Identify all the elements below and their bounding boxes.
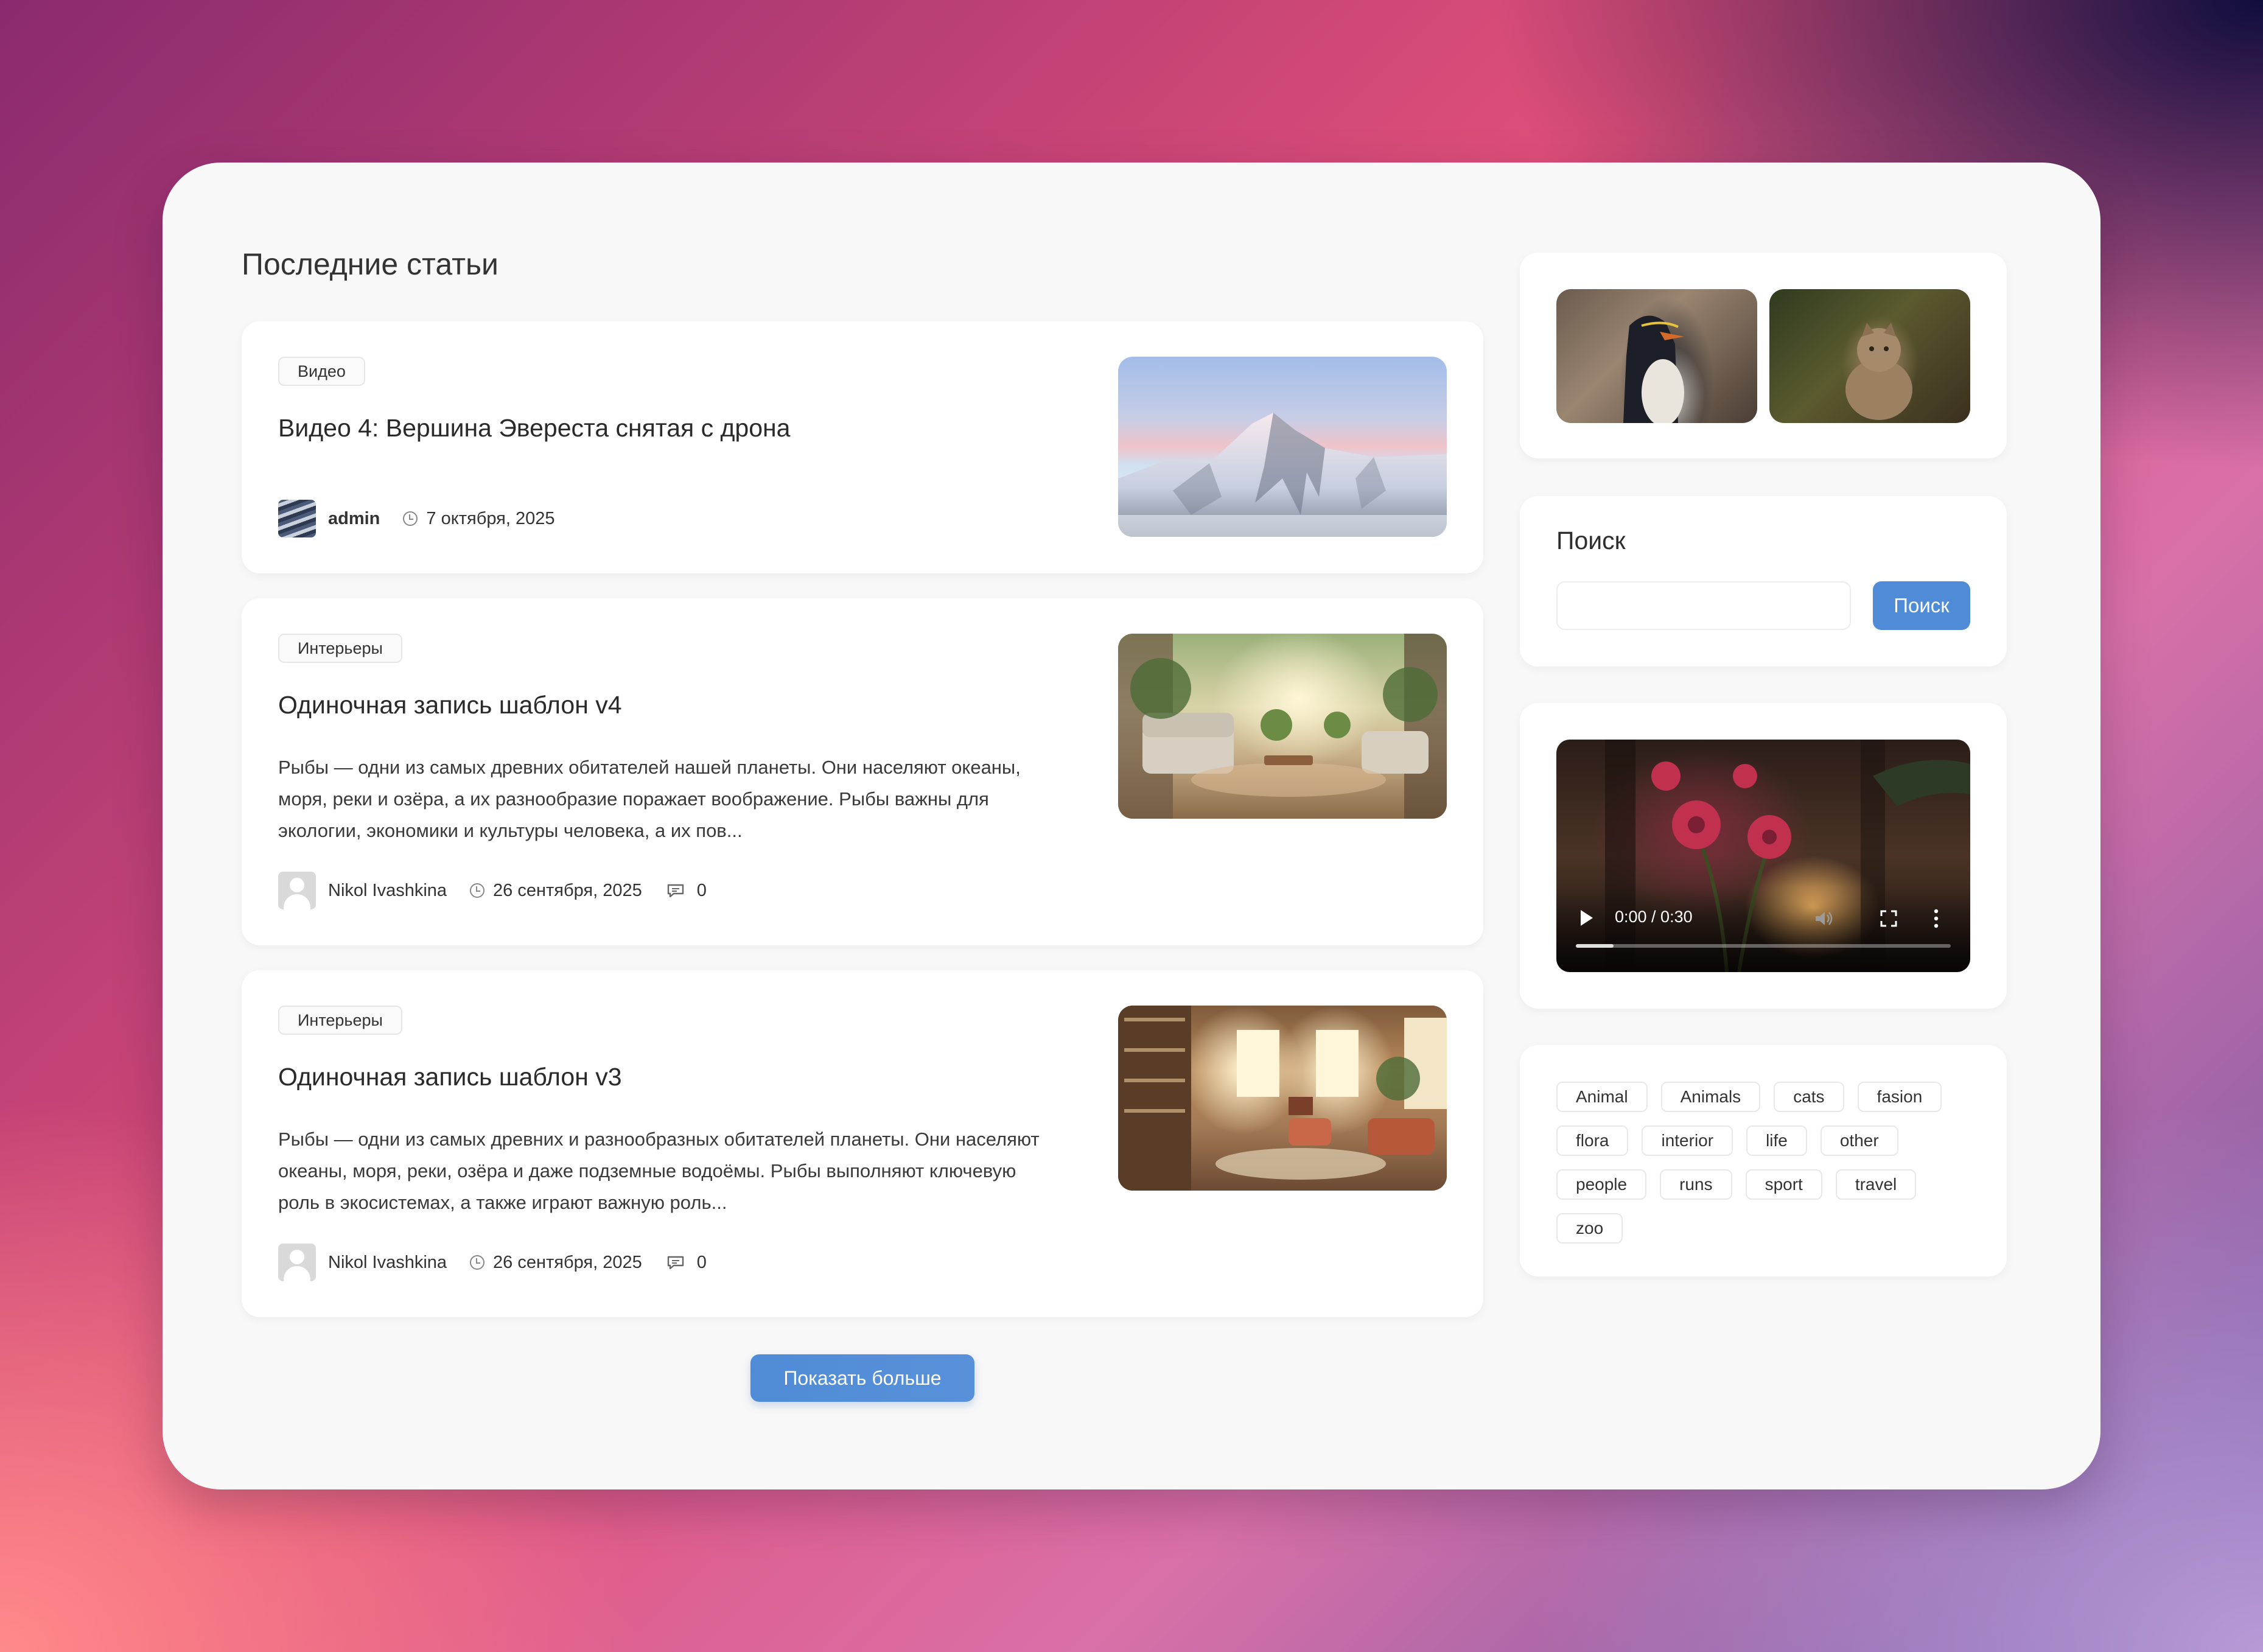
play-icon[interactable] [1581, 910, 1593, 926]
post-excerpt: Рыбы — одни из самых древних обитателей … [278, 752, 1088, 847]
search-input[interactable] [1556, 581, 1851, 630]
search-button[interactable]: Поиск [1873, 581, 1970, 630]
post-date: 26 сентября, 2025 [493, 880, 642, 900]
post-title[interactable]: Одиночная запись шаблон v4 [278, 691, 622, 719]
gallery-widget [1520, 253, 2007, 458]
post-author[interactable]: Nikol Ivashkina [328, 1253, 447, 1273]
comment-count[interactable]: 0 [697, 881, 707, 901]
post-category[interactable]: Видео [278, 357, 365, 386]
gallery-image-penguin[interactable] [1556, 289, 1757, 423]
video-progress-bar[interactable] [1576, 944, 1951, 948]
load-more-button[interactable]: Показать больше [750, 1354, 974, 1402]
comment-icon [667, 1256, 684, 1270]
tag-link[interactable]: cats [1774, 1082, 1844, 1112]
tag-link[interactable]: fasion [1857, 1082, 1942, 1112]
post-thumbnail[interactable] [1118, 357, 1447, 537]
excerpt-line: океаны, моря, реки, озёра и даже подземн… [278, 1160, 1016, 1181]
interior-image [1118, 634, 1447, 819]
post-category[interactable]: Интерьеры [278, 634, 402, 663]
page-title: Последние статьи [242, 247, 498, 281]
video-progress-fill [1576, 944, 1614, 948]
search-title: Поиск [1556, 527, 1626, 555]
post-meta: admin 7 октября, 2025 [278, 500, 554, 537]
excerpt-line: роль в экосистемах, а также играют важну… [278, 1192, 727, 1213]
post-date: 7 октября, 2025 [426, 508, 555, 528]
fullscreen-icon[interactable] [1880, 910, 1897, 927]
comment-icon [667, 884, 684, 898]
tag-link[interactable]: flora [1556, 1125, 1629, 1156]
post-meta: Nikol Ivashkina 26 сентября, 2025 0 [278, 872, 707, 909]
tag-link[interactable]: Animal [1556, 1082, 1648, 1112]
more-options-icon[interactable] [1934, 909, 1939, 928]
video-widget: 0:00 / 0:30 [1520, 703, 2007, 1009]
post-title[interactable]: Одиночная запись шаблон v3 [278, 1063, 622, 1091]
volume-icon[interactable] [1814, 910, 1834, 927]
post-date: 26 сентября, 2025 [493, 1252, 642, 1272]
post-meta: Nikol Ivashkina 26 сентября, 2025 0 [278, 1244, 707, 1281]
avatar [278, 872, 316, 909]
tags-widget: Animal Animals cats fasion flora interio… [1520, 1045, 2007, 1276]
excerpt-line: Рыбы — одни из самых древних обитателей … [278, 757, 1021, 778]
search-widget: Поиск Поиск [1520, 496, 2007, 667]
clock-icon [470, 883, 485, 898]
tag-link[interactable]: people [1556, 1169, 1647, 1200]
clock-icon [470, 1255, 485, 1270]
tag-link[interactable]: other [1820, 1125, 1898, 1156]
interior-image [1118, 1006, 1447, 1191]
excerpt-line: Рыбы — одни из самых древних и разнообра… [278, 1129, 1040, 1150]
post-author[interactable]: admin [328, 509, 380, 529]
gallery-image-cat[interactable] [1769, 289, 1970, 423]
post-category[interactable]: Интерьеры [278, 1006, 402, 1035]
tag-link[interactable]: travel [1835, 1169, 1917, 1200]
post-title[interactable]: Видео 4: Вершина Эвереста снятая с дрона [278, 414, 790, 443]
video-time: 0:00 / 0:30 [1615, 908, 1693, 926]
comment-count[interactable]: 0 [697, 1253, 707, 1273]
post-card[interactable]: Интерьеры Одиночная запись шаблон v3 Рыб… [242, 970, 1483, 1317]
tag-link[interactable]: runs [1660, 1169, 1732, 1200]
post-excerpt: Рыбы — одни из самых древних и разнообра… [278, 1124, 1088, 1219]
avatar [278, 1244, 316, 1281]
video-controls-overlay [1556, 887, 1970, 972]
tag-link[interactable]: zoo [1556, 1213, 1623, 1244]
post-card[interactable]: Видео Видео 4: Вершина Эвереста снятая с… [242, 321, 1483, 573]
tag-link[interactable]: Animals [1660, 1082, 1761, 1112]
tag-link[interactable]: sport [1745, 1169, 1822, 1200]
clock-icon [403, 511, 418, 526]
tag-link[interactable]: interior [1642, 1125, 1733, 1156]
tag-cloud: Animal Animals cats fasion flora interio… [1556, 1082, 1970, 1244]
avatar [278, 500, 316, 537]
post-card[interactable]: Интерьеры Одиночная запись шаблон v4 Рыб… [242, 598, 1483, 945]
post-thumbnail[interactable] [1118, 634, 1447, 819]
post-author[interactable]: Nikol Ivashkina [328, 881, 447, 901]
tag-link[interactable]: life [1746, 1125, 1807, 1156]
excerpt-line: экологии, экономики и культуры человека,… [278, 820, 743, 841]
excerpt-line: моря, реки и озёра, а их разнообразие по… [278, 788, 989, 810]
mountain-image [1118, 413, 1447, 537]
post-thumbnail[interactable] [1118, 1006, 1447, 1191]
video-player[interactable]: 0:00 / 0:30 [1556, 740, 1970, 972]
